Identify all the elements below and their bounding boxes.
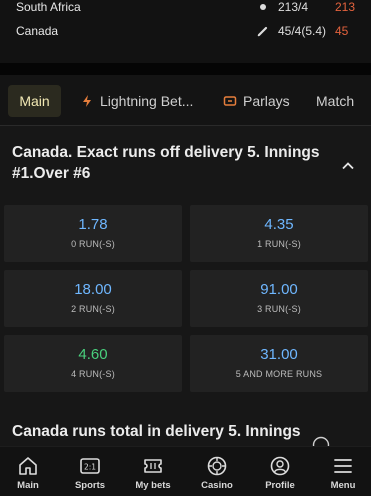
team-score: 213/4 (278, 0, 309, 14)
odds-label: 0 RUN(-S) (71, 239, 115, 249)
team-score-highlight: 213 (335, 0, 356, 14)
dot-icon (260, 4, 266, 10)
team-score: 45/4(5.4) (278, 24, 327, 38)
match-scoreboard: South Africa 213/4 213 Canada 45/4(5.4) … (0, 0, 371, 63)
odds-price: 31.00 (260, 346, 298, 363)
tab-label: Parlays (243, 93, 290, 109)
next-market-title[interactable]: Canada runs total in delivery 5. Innings (12, 423, 312, 441)
team-row-south-africa: South Africa 213/4 213 (0, 0, 371, 19)
nav-my-bets[interactable]: My bets (122, 455, 184, 491)
odds-label: 3 RUN(-S) (257, 304, 301, 314)
nav-main[interactable]: Main (0, 455, 59, 491)
chip-icon (207, 456, 227, 476)
lightning-icon (83, 95, 91, 107)
team-row-canada: Canada 45/4(5.4) 45 (0, 21, 371, 43)
odds-price: 91.00 (260, 281, 298, 298)
nav-label: Profile (265, 480, 295, 491)
parlay-icon (223, 96, 237, 106)
odds-button-2-runs[interactable]: 18.00 2 RUN(-S) (4, 270, 182, 327)
scoreboard-icon: 2:1 (80, 458, 100, 474)
nav-profile[interactable]: Profile (249, 455, 311, 491)
tab-main[interactable]: Main (8, 85, 61, 117)
nav-sports[interactable]: 2:1 Sports (59, 455, 121, 491)
profile-icon (270, 456, 290, 476)
home-icon (19, 457, 37, 475)
nav-casino[interactable]: Casino (186, 455, 248, 491)
nav-label: Sports (74, 480, 106, 491)
nav-label: My bets (135, 480, 171, 491)
odds-label: 2 RUN(-S) (71, 304, 115, 314)
odds-price: 4.60 (78, 346, 108, 363)
market-tabs: Main Lightning Bet... Parlays Match (0, 75, 371, 125)
odds-button-3-runs[interactable]: 91.00 3 RUN(-S) (190, 270, 368, 327)
nav-label: Main (17, 480, 39, 491)
tab-label: Lightning Bet... (100, 93, 194, 109)
svg-text:2:1: 2:1 (84, 463, 96, 472)
section-divider (0, 63, 371, 75)
team-name: South Africa (16, 0, 81, 14)
team-score-highlight: 45 (335, 24, 349, 38)
page: South Africa 213/4 213 Canada 45/4(5.4) … (0, 0, 371, 496)
odds-price: 18.00 (74, 281, 112, 298)
team-name: Canada (16, 24, 59, 38)
nav-label: Casino (201, 480, 233, 491)
odds-price: 4.35 (264, 216, 294, 233)
bottom-navigation: Main 2:1 Sports My bets Casino Profile M… (0, 446, 371, 496)
odds-price: 1.78 (78, 216, 108, 233)
tab-lightning-bets[interactable]: Lightning Bet... (80, 85, 193, 117)
odds-button-1-run[interactable]: 4.35 1 RUN(-S) (190, 205, 368, 262)
odds-label: 5 AND MORE RUNS (235, 369, 323, 379)
odds-button-0-runs[interactable]: 1.78 0 RUN(-S) (4, 205, 182, 262)
odds-button-4-runs[interactable]: 4.60 4 RUN(-S) (4, 335, 182, 392)
market-title[interactable]: Canada. Exact runs off delivery 5. Innin… (12, 142, 322, 184)
tab-match[interactable]: Match (316, 85, 354, 117)
tab-label: Match (316, 93, 355, 109)
tab-parlays[interactable]: Parlays (223, 85, 290, 117)
bat-icon (257, 26, 268, 37)
nav-menu[interactable]: Menu (312, 455, 371, 491)
odds-label: 4 RUN(-S) (71, 369, 115, 379)
nav-label: Menu (330, 480, 356, 491)
ticket-icon (144, 459, 162, 473)
tab-label: Main (19, 93, 50, 109)
odds-button-5-plus-runs[interactable]: 31.00 5 AND MORE RUNS (190, 335, 368, 392)
chevron-up-icon[interactable] (340, 158, 356, 174)
odds-label: 1 RUN(-S) (257, 239, 301, 249)
menu-icon (334, 459, 352, 473)
